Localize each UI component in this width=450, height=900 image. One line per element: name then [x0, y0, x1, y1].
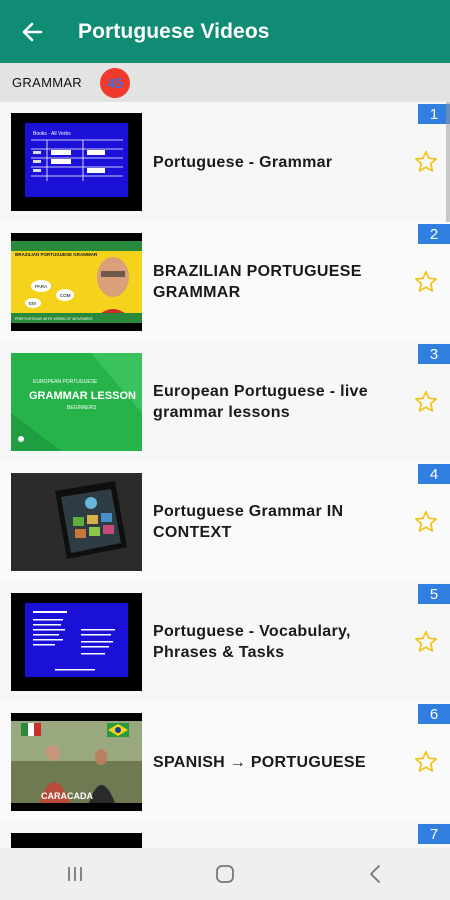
video-item[interactable]: CARACADA SPANISH → PORTUGUESE 6	[0, 702, 450, 822]
video-number-badge: 6	[418, 704, 450, 724]
video-thumbnail: BRAZILIAN PORTUGUESE GRAMMAR PARA COM EM…	[11, 233, 142, 331]
video-item[interactable]: 7	[0, 822, 450, 848]
video-thumbnail: Books · All Verbs	[11, 113, 142, 211]
video-item[interactable]: Portuguese - Vocabulary, Phrases & Tasks…	[0, 582, 450, 702]
star-icon[interactable]	[413, 629, 439, 655]
star-icon[interactable]	[413, 269, 439, 295]
home-icon	[216, 865, 234, 883]
nav-back-button[interactable]	[345, 848, 405, 900]
thumbnail-bubble: PARA	[35, 284, 47, 289]
thumbnail-bubble: COM	[60, 293, 71, 298]
video-thumbnail	[11, 473, 142, 571]
video-number-badge: 7	[418, 824, 450, 844]
video-title[interactable]: Portuguese - Vocabulary, Phrases & Tasks	[153, 582, 385, 702]
home-button[interactable]	[195, 848, 255, 900]
thumbnail-heading: BRAZILIAN PORTUGUESE GRAMMAR	[15, 252, 98, 257]
video-thumbnail: CARACADA	[11, 713, 142, 811]
video-number-badge: 5	[418, 584, 450, 604]
scrollbar[interactable]	[446, 102, 450, 222]
category-label: GRAMMAR	[12, 75, 82, 90]
thumbnail-text: BEGINNERS	[67, 405, 97, 411]
star-icon[interactable]	[413, 389, 439, 415]
thumbnail-bubble: EM	[29, 301, 36, 306]
star-icon[interactable]	[413, 509, 439, 535]
app-bar: Portuguese Videos	[0, 0, 450, 63]
category-bar: GRAMMAR 45	[0, 63, 450, 102]
video-item[interactable]: BRAZILIAN PORTUGUESE GRAMMAR PARA COM EM…	[0, 222, 450, 342]
page-title: Portuguese Videos	[78, 19, 270, 43]
video-title[interactable]: European Portuguese - live grammar lesso…	[153, 342, 385, 462]
video-list[interactable]: Books · All Verbs Portuguese - Grammar 1…	[0, 102, 450, 848]
thumbnail-heading: Books · All Verbs	[33, 131, 71, 137]
nav-back-icon	[370, 865, 380, 883]
video-title[interactable]: Portuguese - Grammar	[153, 102, 385, 222]
star-icon[interactable]	[413, 149, 439, 175]
video-number-badge: 4	[418, 464, 450, 484]
video-item[interactable]: Books · All Verbs Portuguese - Grammar 1	[0, 102, 450, 222]
arrow-left-icon	[22, 22, 43, 41]
thumbnail-caption: CARACADA	[41, 791, 93, 801]
video-title[interactable]: SPANISH → PORTUGUESE	[153, 702, 385, 822]
back-button[interactable]	[0, 0, 64, 63]
thumbnail-text: EUROPEAN PORTUGUESE	[33, 379, 98, 385]
recent-apps-button[interactable]	[45, 848, 105, 900]
category-count-badge: 45	[100, 67, 130, 98]
video-title[interactable]: BRAZILIAN PORTUGUESE GRAMMAR	[153, 222, 385, 342]
recent-apps-icon	[68, 867, 82, 881]
video-number-badge: 3	[418, 344, 450, 364]
video-title[interactable]	[153, 822, 385, 848]
video-item[interactable]: EUROPEAN PORTUGUESE GRAMMAR LESSON BEGIN…	[0, 342, 450, 462]
video-title[interactable]: Portuguese Grammar IN CONTEXT	[153, 462, 385, 582]
system-nav-bar	[0, 848, 450, 900]
video-item[interactable]: Portuguese Grammar IN CONTEXT 4	[0, 462, 450, 582]
video-thumbnail: EUROPEAN PORTUGUESE GRAMMAR LESSON BEGIN…	[11, 353, 142, 451]
thumbnail-text: GRAMMAR LESSON	[29, 390, 136, 402]
video-number-badge: 2	[418, 224, 450, 244]
star-icon[interactable]	[413, 749, 439, 775]
thumbnail-footer: PREPOSITIONS WITH VERBS OF MOVEMENT	[15, 317, 94, 321]
video-thumbnail	[11, 833, 142, 848]
video-thumbnail	[11, 593, 142, 691]
